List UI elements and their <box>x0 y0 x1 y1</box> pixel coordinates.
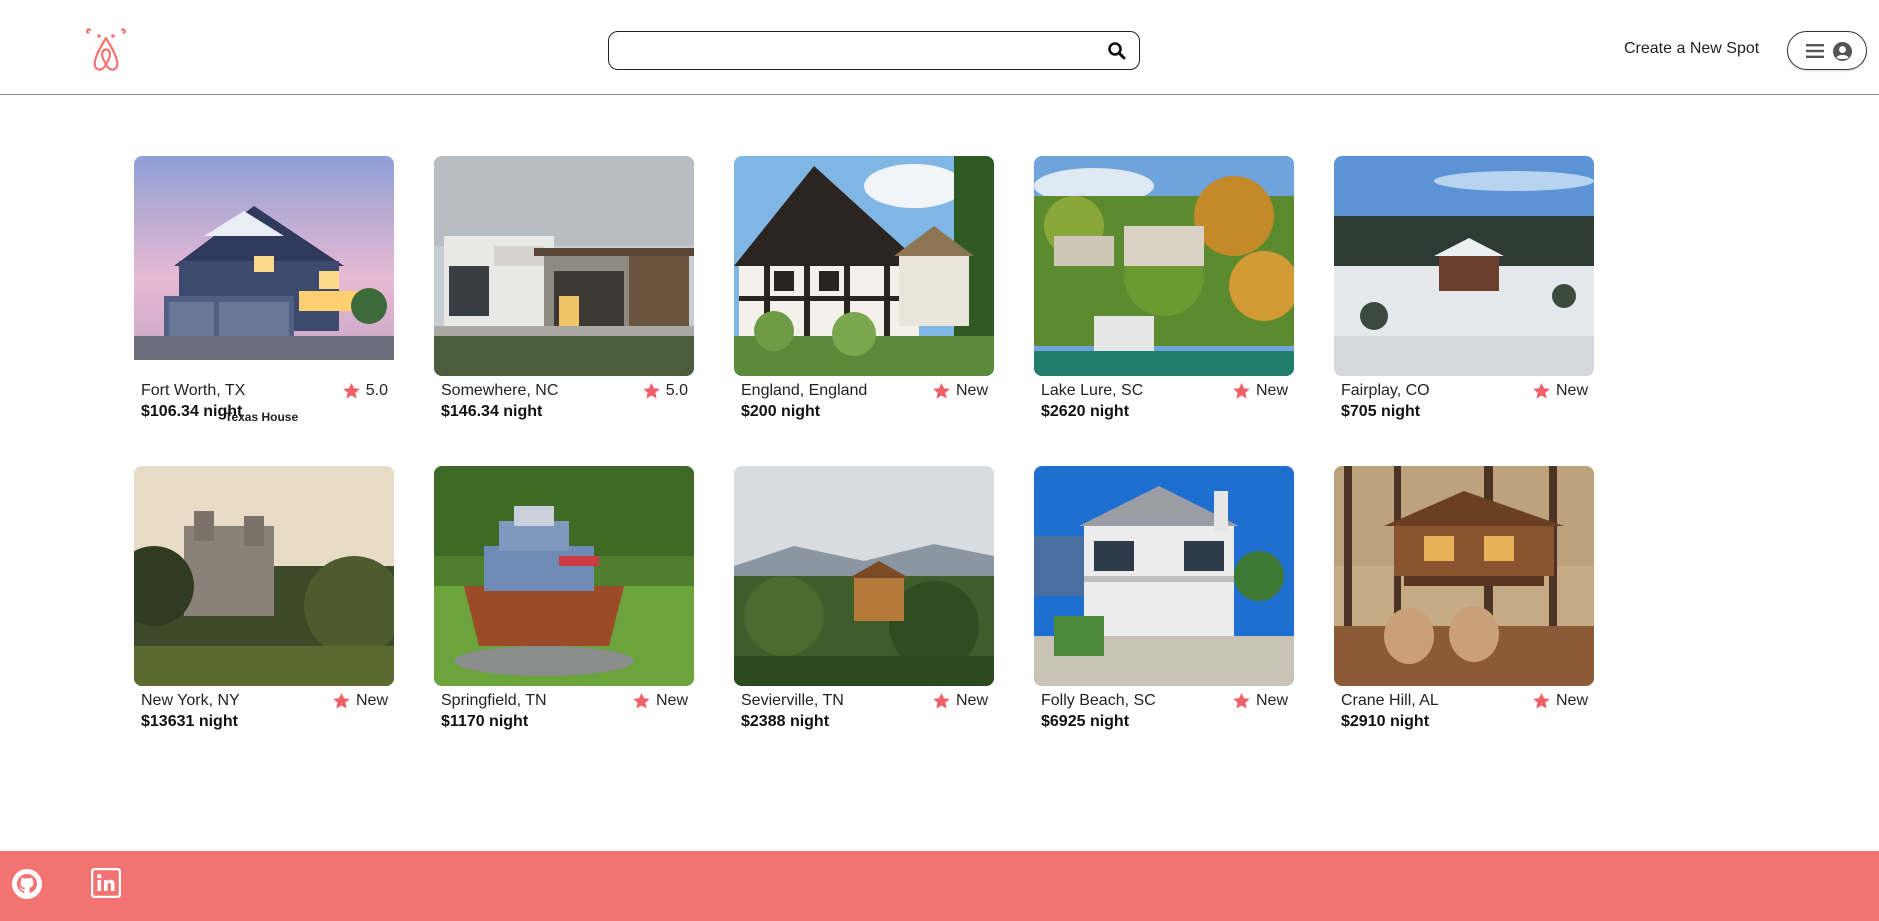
footer <box>0 851 1879 921</box>
user-circle-icon <box>1833 42 1852 61</box>
spot-image <box>134 466 394 686</box>
spot-rating-value: New <box>655 692 688 709</box>
spot-card[interactable]: Sevierville, TN New $2388 night <box>734 466 994 730</box>
spot-rating-value: 5.0 <box>365 382 388 399</box>
spot-location: Springfield, TN <box>441 692 547 709</box>
spot-rating: New <box>1233 692 1288 710</box>
create-new-spot-link[interactable]: Create a New Spot <box>1624 40 1759 58</box>
spot-card[interactable]: Lake Lure, SC New $2620 night <box>1034 156 1294 420</box>
star-icon <box>1233 693 1250 709</box>
spot-card[interactable]: Folly Beach, SC New $6925 night <box>1034 466 1294 730</box>
spot-price: $2620 night <box>1041 403 1130 420</box>
spot-card[interactable]: Fairplay, CO New $705 night <box>1334 156 1594 420</box>
star-icon <box>1233 383 1250 399</box>
profile-menu-button[interactable] <box>1787 31 1867 70</box>
spot-card[interactable]: Crane Hill, AL New $2910 night <box>1334 466 1594 730</box>
spot-rating: New <box>933 692 988 710</box>
spot-price: $705 night <box>1341 403 1421 420</box>
spot-rating: New <box>333 692 388 710</box>
spot-card[interactable]: New York, NY New $13631 night <box>134 466 394 730</box>
spot-location: Folly Beach, SC <box>1041 692 1156 709</box>
spot-image <box>134 156 394 376</box>
spot-location: Fairplay, CO <box>1341 382 1430 399</box>
spot-image <box>434 466 694 686</box>
spot-price: $13631 night <box>141 713 238 730</box>
spot-image <box>434 156 694 376</box>
spot-location: Somewhere, NC <box>441 382 559 399</box>
spot-location: Crane Hill, AL <box>1341 692 1439 709</box>
spot-card[interactable]: England, England New $200 night <box>734 156 994 420</box>
spot-rating: New <box>633 692 688 710</box>
spot-location: England, England <box>741 382 868 399</box>
spot-image <box>734 466 994 686</box>
spot-image <box>1034 156 1294 376</box>
spot-card[interactable]: Fort Worth, TX 5.0 $106.34 night <box>134 156 394 420</box>
spot-price: $6925 night <box>1041 713 1130 730</box>
spot-location: Sevierville, TN <box>741 692 844 709</box>
spot-rating: 5.0 <box>642 382 688 400</box>
star-icon <box>933 693 950 709</box>
spot-location: Fort Worth, TX <box>141 382 246 399</box>
spot-image <box>1034 466 1294 686</box>
star-icon <box>642 383 660 399</box>
spot-image <box>1334 156 1594 376</box>
spot-price: $146.34 night <box>441 403 543 420</box>
spot-price: $1170 night <box>441 713 529 730</box>
spot-price: $2388 night <box>741 713 830 730</box>
spot-rating-value: New <box>955 382 988 399</box>
search-icon[interactable] <box>1107 41 1127 61</box>
search-bar <box>608 31 1140 70</box>
spot-rating-value: New <box>955 692 988 709</box>
spot-card[interactable]: Somewhere, NC 5.0 $146.34 night <box>434 156 694 420</box>
spot-rating: New <box>933 382 988 400</box>
spot-image <box>734 156 994 376</box>
spot-location: Lake Lure, SC <box>1041 382 1144 399</box>
star-icon <box>342 383 360 399</box>
linkedin-icon[interactable] <box>90 867 122 899</box>
spot-price: $2910 night <box>1341 713 1430 730</box>
top-nav-bar: Create a New Spot <box>0 0 1879 95</box>
star-icon <box>333 693 350 709</box>
github-icon[interactable] <box>11 868 43 900</box>
airbnb-bear-logo-icon[interactable] <box>82 22 130 74</box>
spot-rating-value: New <box>1255 382 1288 399</box>
spot-rating-value: New <box>355 692 388 709</box>
spot-card[interactable]: Springfield, TN New $1170 night <box>434 466 694 730</box>
spot-rating: New <box>1533 382 1588 400</box>
spot-image <box>1334 466 1594 686</box>
star-icon <box>933 383 950 399</box>
spot-rating-value: New <box>1555 382 1588 399</box>
spot-rating-value: New <box>1555 692 1588 709</box>
star-icon <box>1533 693 1550 709</box>
star-icon <box>1533 383 1550 399</box>
spot-price: $200 night <box>741 403 821 420</box>
spot-rating: New <box>1233 382 1288 400</box>
spot-rating-value: 5.0 <box>665 382 688 399</box>
hamburger-menu-icon <box>1806 44 1824 58</box>
spot-rating-value: New <box>1255 692 1288 709</box>
spot-name-tooltip: Texas House <box>225 410 299 424</box>
spot-location: New York, NY <box>141 692 240 709</box>
search-input[interactable] <box>621 38 1101 63</box>
spot-rating: New <box>1533 692 1588 710</box>
spot-rating: 5.0 <box>342 382 388 400</box>
star-icon <box>633 693 650 709</box>
